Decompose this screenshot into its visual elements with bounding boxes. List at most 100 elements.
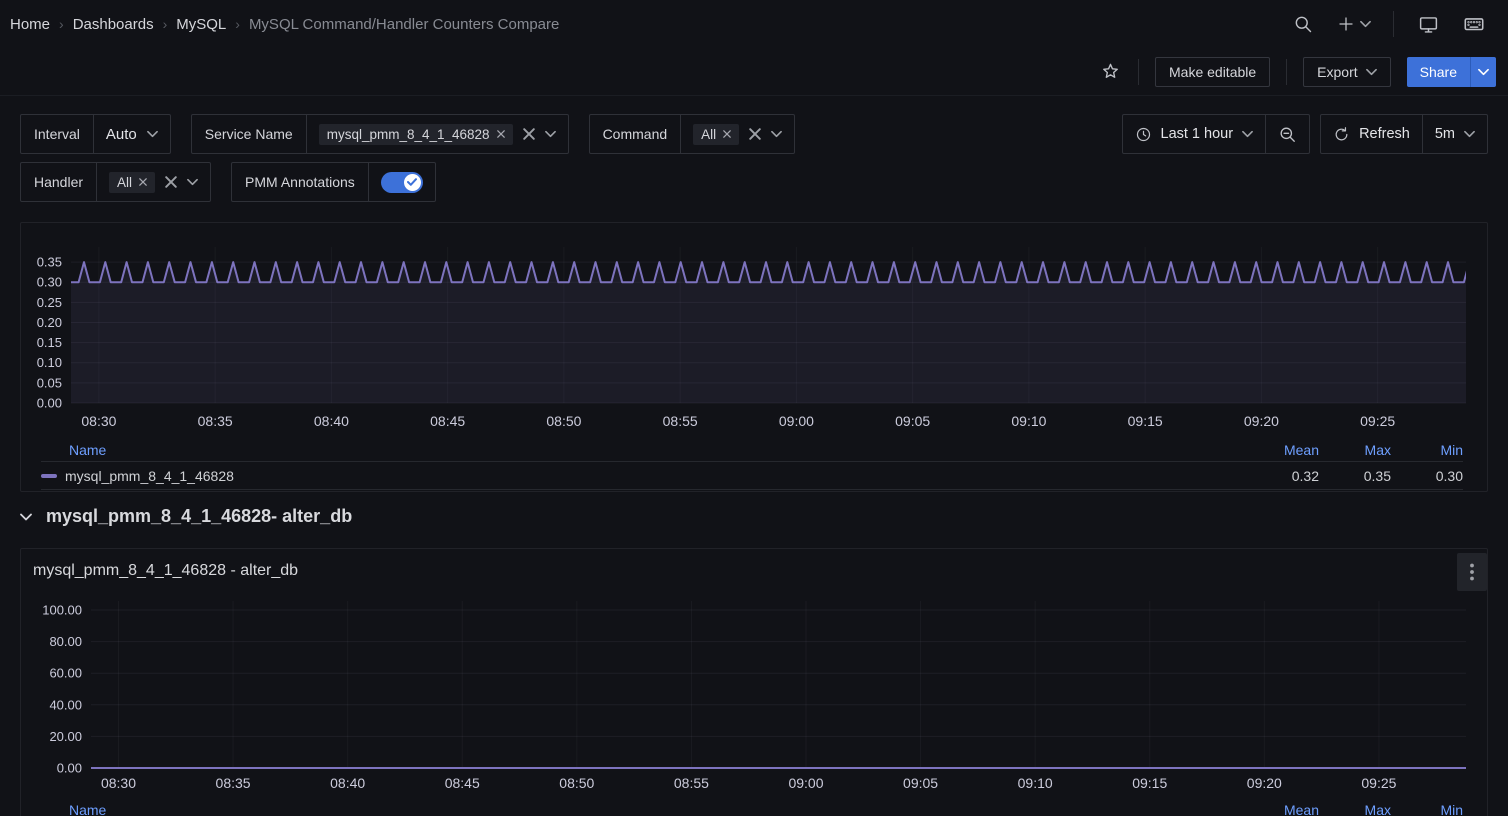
series-toggle[interactable]: mysql_pmm_8_4_1_46828	[41, 468, 1247, 484]
x-tick-label: 09:10	[1018, 775, 1053, 791]
chevron-down-icon	[1478, 68, 1489, 76]
star-icon[interactable]	[1098, 60, 1122, 84]
export-button[interactable]: Export	[1303, 57, 1390, 87]
refresh-interval-select[interactable]: 5m	[1423, 115, 1487, 153]
share-button[interactable]: Share	[1407, 57, 1470, 87]
chart-legend: Name Mean Max Min	[41, 798, 1463, 816]
x-tick-label: 09:25	[1361, 775, 1396, 791]
toggle-knob	[404, 174, 421, 191]
service-name-filter-label: Service Name	[192, 115, 307, 153]
close-icon[interactable]	[139, 178, 147, 186]
panel-header[interactable]: mysql_pmm_8_4_1_46828 - alter_db	[21, 549, 1487, 593]
y-tick-label: 60.00	[49, 666, 82, 681]
chevron-down-icon	[1464, 130, 1475, 138]
handler-chip-label: All	[117, 175, 132, 190]
breadcrumb-separator: ›	[163, 16, 168, 32]
x-tick-label: 08:30	[81, 413, 116, 429]
x-tick-label: 09:05	[895, 413, 930, 429]
line-chart[interactable]: 0.0020.0040.0060.0080.00100.0008:3008:35…	[21, 597, 1489, 793]
x-tick-label: 09:10	[1011, 413, 1046, 429]
timeseries-panel-top: 0.000.050.100.150.200.250.300.3508:3008:…	[20, 222, 1488, 492]
monitor-icon[interactable]	[1416, 12, 1440, 36]
make-editable-button[interactable]: Make editable	[1155, 57, 1270, 87]
refresh-button[interactable]: Refresh	[1321, 115, 1422, 153]
x-tick-label: 08:40	[330, 775, 365, 791]
x-tick-label: 08:30	[101, 775, 136, 791]
series-mean: 0.32	[1247, 468, 1319, 484]
x-tick-label: 09:20	[1244, 413, 1279, 429]
zoom-out-button[interactable]	[1266, 115, 1309, 153]
chevron-down-icon	[1366, 68, 1377, 76]
share-dropdown-button[interactable]	[1470, 57, 1496, 87]
legend-col-max[interactable]: Max	[1319, 802, 1391, 816]
command-chip-label: All	[701, 127, 716, 142]
x-tick-label: 08:50	[559, 775, 594, 791]
interval-select[interactable]: Auto	[94, 115, 170, 153]
chevron-down-icon	[1360, 20, 1371, 28]
search-icon[interactable]	[1291, 12, 1315, 36]
check-icon	[407, 178, 417, 186]
y-tick-label: 40.00	[49, 697, 82, 712]
service-name-chip-label: mysql_pmm_8_4_1_46828	[327, 127, 490, 142]
clear-all-icon[interactable]	[523, 128, 535, 140]
panel-menu-button[interactable]	[1457, 553, 1487, 591]
interval-filter-label: Interval	[21, 115, 94, 153]
series-min: 0.30	[1391, 468, 1463, 484]
plus-icon	[1337, 15, 1355, 33]
close-icon[interactable]	[723, 130, 731, 138]
series-name: mysql_pmm_8_4_1_46828	[65, 468, 234, 484]
handler-chip[interactable]: All	[109, 172, 155, 193]
x-tick-label: 08:40	[314, 413, 349, 429]
x-tick-label: 08:45	[430, 413, 465, 429]
time-range-picker[interactable]: Last 1 hour	[1123, 115, 1266, 153]
legend-col-name[interactable]: Name	[41, 802, 1247, 816]
legend-col-mean[interactable]: Mean	[1247, 802, 1319, 816]
zoom-out-icon	[1278, 125, 1297, 144]
legend-col-mean[interactable]: Mean	[1247, 442, 1319, 458]
export-button-label: Export	[1317, 64, 1357, 80]
y-tick-label: 0.20	[37, 315, 62, 330]
x-tick-label: 09:15	[1128, 413, 1163, 429]
close-icon[interactable]	[497, 130, 505, 138]
command-chip[interactable]: All	[693, 124, 739, 145]
command-select[interactable]: All	[681, 115, 794, 153]
pmm-annotations-toggle[interactable]	[381, 172, 423, 193]
breadcrumb-dashboards[interactable]: Dashboards	[73, 16, 154, 33]
breadcrumb-home[interactable]: Home	[10, 16, 50, 33]
dashboard-row-header[interactable]: mysql_pmm_8_4_1_46828- alter_db	[20, 506, 352, 527]
x-tick-label: 08:35	[198, 413, 233, 429]
y-tick-label: 0.35	[37, 255, 62, 270]
legend-row: mysql_pmm_8_4_1_46828 0.32 0.35 0.30	[41, 462, 1463, 490]
x-tick-label: 09:15	[1132, 775, 1167, 791]
x-tick-label: 08:45	[445, 775, 480, 791]
legend-col-min[interactable]: Min	[1391, 442, 1463, 458]
breadcrumb-mysql[interactable]: MySQL	[176, 16, 226, 33]
service-name-select[interactable]: mysql_pmm_8_4_1_46828	[307, 115, 568, 153]
clear-all-icon[interactable]	[749, 128, 761, 140]
line-chart[interactable]: 0.000.050.100.150.200.250.300.3508:3008:…	[21, 241, 1489, 433]
y-tick-label: 0.10	[37, 355, 62, 370]
legend-col-max[interactable]: Max	[1319, 442, 1391, 458]
chevron-down-icon	[1242, 130, 1253, 138]
legend-col-min[interactable]: Min	[1391, 802, 1463, 816]
service-name-chip[interactable]: mysql_pmm_8_4_1_46828	[319, 124, 513, 145]
y-tick-label: 0.05	[37, 375, 62, 390]
y-tick-label: 0.00	[37, 396, 62, 411]
breadcrumb: Home › Dashboards › MySQL › MySQL Comman…	[10, 16, 1291, 33]
add-new-button[interactable]	[1337, 15, 1371, 33]
series-area	[47, 262, 1489, 403]
panel-title: mysql_pmm_8_4_1_46828 - alter_db	[33, 562, 298, 580]
clear-all-icon[interactable]	[165, 176, 177, 188]
nav-divider	[1393, 11, 1394, 37]
chevron-down-icon	[20, 513, 32, 521]
legend-col-name[interactable]: Name	[41, 442, 1247, 458]
handler-select[interactable]: All	[97, 163, 210, 201]
keyboard-icon[interactable]	[1462, 12, 1486, 36]
service-name-filter: Service Name mysql_pmm_8_4_1_46828	[191, 114, 569, 154]
breadcrumb-separator: ›	[235, 16, 240, 32]
chevron-down-icon	[545, 130, 556, 138]
y-tick-label: 100.00	[42, 603, 82, 618]
y-tick-label: 0.25	[37, 295, 62, 310]
series-color-swatch[interactable]	[41, 474, 57, 478]
dashboard-toolbar: Make editable Export Share	[0, 48, 1508, 96]
